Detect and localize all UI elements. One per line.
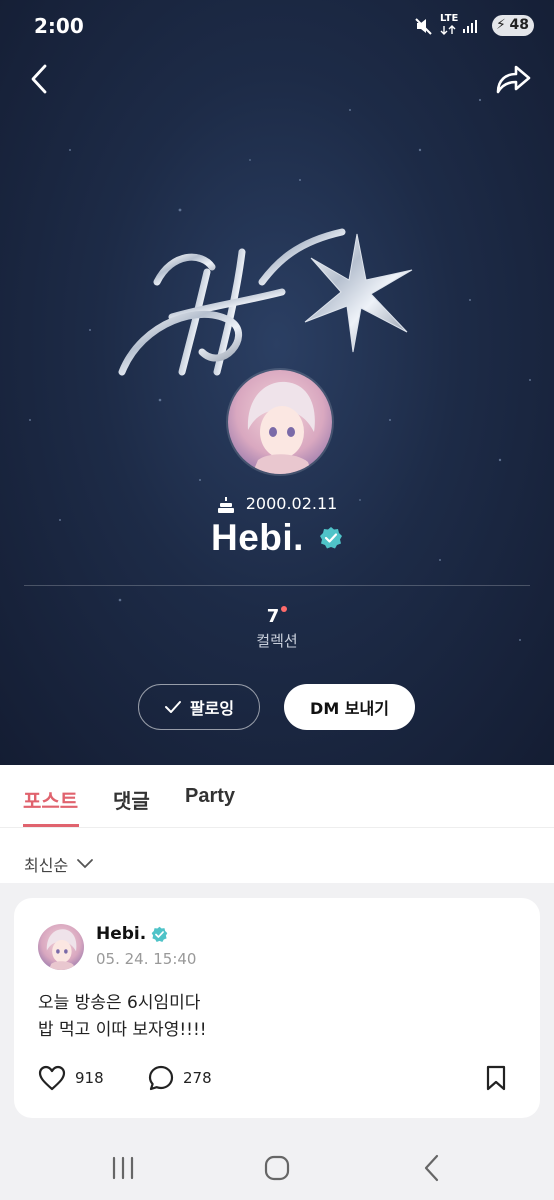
birthday: 2000.02.11 <box>0 494 554 514</box>
collection-label: 컬렉션 <box>256 632 298 650</box>
avatar-illustration <box>38 924 84 970</box>
profile-hero: 2:00 LTE ⚡ 48 2000.02.11 Hebi. 7 컬렉션 팔로잉… <box>0 0 554 765</box>
active-tab-indicator <box>23 824 79 827</box>
tab-posts[interactable]: 포스트 <box>23 785 78 814</box>
comment-count: 278 <box>183 1069 212 1087</box>
status-bar: 2:00 LTE ⚡ 48 <box>0 0 554 52</box>
profile-avatar[interactable] <box>226 368 334 476</box>
hero-divider <box>24 585 530 586</box>
data-arrows-icon <box>440 25 456 35</box>
comment-button[interactable]: 278 <box>148 1065 212 1091</box>
post-card[interactable]: Hebi. 05. 24. 15:40 오늘 방송은 6시임미다 밥 먹고 이따… <box>14 898 540 1118</box>
like-count: 918 <box>75 1069 104 1087</box>
post-author-avatar[interactable] <box>38 924 84 970</box>
back-button[interactable] <box>22 60 60 98</box>
chevron-left-icon <box>424 1154 439 1182</box>
verified-badge-icon <box>320 527 343 549</box>
following-label: 팔로잉 <box>189 699 235 718</box>
post-timestamp: 05. 24. 15:40 <box>96 950 197 968</box>
profile-name-row: Hebi. <box>0 517 554 559</box>
status-time: 2:00 <box>34 14 84 38</box>
comment-bubble-icon <box>148 1065 174 1091</box>
cake-icon <box>217 496 234 513</box>
signal-icon <box>463 20 477 33</box>
bookmark-icon <box>486 1065 506 1091</box>
share-arrow-icon <box>496 65 531 94</box>
post-actions: 918 278 <box>38 1065 516 1095</box>
heart-icon <box>38 1065 66 1091</box>
post-author-name: Hebi. <box>96 924 147 944</box>
collection-count[interactable]: 7 <box>0 606 554 627</box>
recent-apps-button[interactable] <box>103 1152 143 1184</box>
recent-apps-icon <box>112 1156 134 1180</box>
check-icon <box>164 701 181 713</box>
bookmark-button[interactable] <box>485 1065 516 1091</box>
battery-icon: ⚡ 48 <box>492 15 534 36</box>
following-button[interactable]: 팔로잉 <box>138 684 260 730</box>
verified-badge-icon <box>151 926 168 942</box>
new-dot-indicator <box>281 606 288 612</box>
profile-name: Hebi. <box>210 517 304 558</box>
avatar-illustration <box>228 370 332 474</box>
lte-icon: LTE <box>440 13 459 24</box>
post-body: 오늘 방송은 6시임미다 밥 먹고 이따 보자영!!!! <box>38 993 207 1040</box>
sort-dropdown[interactable]: 최신순 <box>24 852 94 876</box>
tab-comments[interactable]: 댓글 <box>113 785 150 814</box>
send-dm-button[interactable]: DM 보내기 <box>284 684 415 730</box>
system-back-button[interactable] <box>412 1152 452 1184</box>
system-navigation-bar <box>0 1134 554 1200</box>
like-button[interactable]: 918 <box>38 1065 104 1091</box>
sort-label: 최신순 <box>24 856 69 875</box>
share-button[interactable] <box>492 60 534 98</box>
status-icons: LTE ⚡ 48 <box>414 12 534 40</box>
tab-party[interactable]: Party <box>185 785 235 808</box>
tab-divider <box>0 827 554 828</box>
home-button[interactable] <box>257 1152 297 1184</box>
hebi-logo <box>118 228 413 376</box>
send-dm-label: DM 보내기 <box>310 699 389 718</box>
birthday-text: 2000.02.11 <box>245 494 338 513</box>
post-author[interactable]: Hebi. <box>96 924 168 944</box>
chevron-down-icon <box>77 859 94 869</box>
home-icon <box>264 1155 290 1181</box>
mute-icon <box>415 18 432 35</box>
tabs-area: 포스트 댓글 Party 최신순 <box>0 765 554 883</box>
chevron-left-icon <box>31 64 47 94</box>
